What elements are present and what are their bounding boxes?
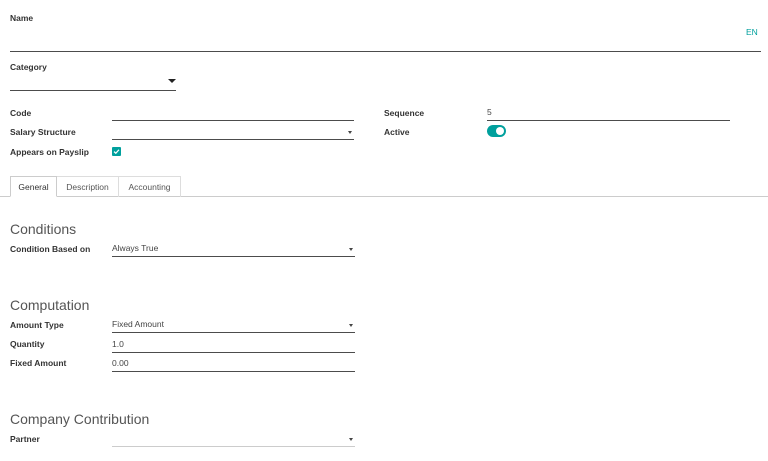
- company-contribution-heading: Company Contribution: [10, 411, 150, 427]
- chevron-down-icon: [348, 131, 352, 134]
- partner-label: Partner: [10, 434, 40, 444]
- amount-type-label: Amount Type: [10, 320, 64, 330]
- conditions-heading: Conditions: [10, 221, 77, 237]
- computation-heading: Computation: [10, 297, 90, 313]
- condition-based-on-label: Condition Based on: [10, 244, 91, 254]
- tab-general[interactable]: General: [10, 176, 57, 197]
- sequence-input[interactable]: 5: [487, 107, 730, 121]
- sequence-label: Sequence: [384, 108, 425, 118]
- tab-description[interactable]: Description: [57, 176, 119, 197]
- condition-based-on-select[interactable]: Always True: [112, 243, 355, 257]
- check-icon: [113, 149, 120, 155]
- active-label: Active: [384, 127, 410, 137]
- fixed-amount-input[interactable]: 0.00: [112, 358, 355, 372]
- quantity-label: Quantity: [10, 339, 45, 349]
- chevron-down-icon: [349, 324, 353, 327]
- name-input[interactable]: [10, 27, 761, 52]
- code-input[interactable]: [112, 107, 354, 121]
- partner-select[interactable]: [112, 433, 355, 447]
- tab-accounting[interactable]: Accounting: [119, 176, 181, 197]
- quantity-input[interactable]: 1.0: [112, 339, 355, 353]
- salary-structure-select[interactable]: [112, 126, 354, 140]
- category-select[interactable]: [10, 74, 176, 91]
- toggle-knob: [496, 127, 504, 135]
- amount-type-select[interactable]: Fixed Amount: [112, 319, 355, 333]
- chevron-down-icon: [349, 438, 353, 441]
- chevron-down-icon: [168, 79, 176, 83]
- language-button[interactable]: EN: [746, 27, 758, 37]
- chevron-down-icon: [349, 248, 353, 251]
- appears-on-payslip-label: Appears on Payslip: [10, 147, 89, 157]
- active-toggle[interactable]: [487, 125, 506, 137]
- salary-structure-label: Salary Structure: [10, 127, 76, 137]
- name-label: Name: [10, 13, 34, 23]
- code-label: Code: [10, 108, 32, 118]
- category-label: Category: [10, 62, 47, 72]
- fixed-amount-label: Fixed Amount: [10, 358, 67, 368]
- appears-on-payslip-checkbox[interactable]: [112, 147, 121, 156]
